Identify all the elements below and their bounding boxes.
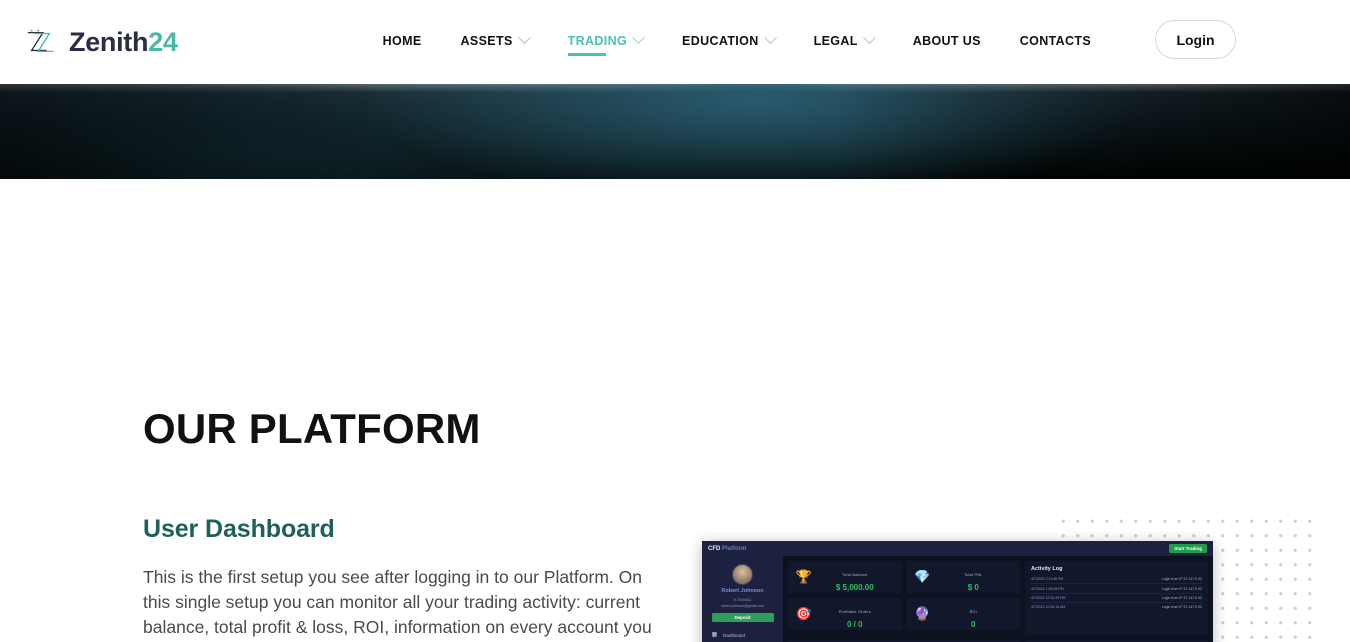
grid-icon: ▦ (711, 632, 718, 638)
avatar (732, 564, 753, 585)
log-event: Login from IP 37.147.0.92 (1161, 577, 1202, 582)
zenith-z-logo-icon (27, 30, 54, 53)
dashboard-sidebar: Robert Johnson # 2000041 robert.johnson@… (702, 556, 783, 642)
log-time: 4/7/2022 1:39:26 PM (1031, 586, 1064, 591)
log-event: Login from IP 37.147.0.92 (1161, 605, 1202, 610)
main-navigation: HOME ASSETS TRADING EDUCATION LEGAL ABOU… (383, 31, 1130, 56)
section-body-text: This is the first setup you see after lo… (143, 567, 652, 637)
log-event: Login from IP 37.147.0.92 (1161, 586, 1202, 591)
login-label: Login (1176, 31, 1215, 48)
nav-item-trading[interactable]: TRADING (567, 31, 645, 56)
chevron-down-icon (862, 31, 876, 45)
dashboard-screenshot: CFD Platform Start Trading Robert Johnso… (702, 541, 1213, 642)
stat-label: ROI (969, 609, 977, 614)
activity-log-panel: Activity Log 4/7/2022 2:11:46 PM Login f… (1025, 561, 1208, 635)
stat-value: $ 0 (967, 582, 979, 592)
activity-log-title: Activity Log (1031, 566, 1063, 572)
log-event: Login from IP 37.147.0.92 (1161, 595, 1202, 600)
nav-label: EDUCATION (682, 33, 759, 48)
user-name: Robert Johnson (721, 588, 764, 594)
start-trading-button[interactable]: Start Trading (1169, 544, 1207, 553)
crystal-icon: 🔮 (914, 606, 931, 621)
nav-item-home[interactable]: HOME (383, 34, 422, 51)
chevron-down-icon (632, 31, 645, 45)
nav-item-legal[interactable]: LEGAL (813, 31, 876, 51)
dashboard-brand: CFD Platform (708, 545, 747, 552)
stat-card-profitable-orders: 🎯 Profitable Orders 0 / 0 (788, 598, 902, 630)
dashboard-topbar: CFD Platform Start Trading (702, 541, 1213, 556)
stat-card-roi: 🔮 ROI 0 (906, 598, 1020, 630)
deposit-button[interactable]: Deposit (711, 612, 774, 622)
dashboard-content: 🏆 Total Balance $ 5,000.00 💎 Total PNL $… (783, 556, 1213, 642)
activity-log-row: 4/7/2022 1:39:26 PM Login from IP 37.147… (1031, 584, 1202, 594)
section-title: User Dashboard (143, 515, 335, 543)
stat-label: Total Balance (842, 572, 868, 577)
logo-text: Zenith24 (69, 26, 178, 57)
nav-label: LEGAL (813, 33, 858, 48)
nav-label: ASSETS (460, 33, 513, 48)
nav-label: ABOUT US (912, 33, 981, 48)
main-content: OUR PLATFORM User Dashboard This is the … (0, 179, 1350, 642)
log-time: 4/7/2022 10:34:14 AM (1031, 605, 1066, 610)
nav-item-contacts[interactable]: CONTACTS (1020, 34, 1091, 51)
stat-label: Total PNL (964, 572, 983, 577)
stat-card-total-pnl: 💎 Total PNL $ 0 (906, 561, 1020, 593)
stat-card-total-balance: 🏆 Total Balance $ 5,000.00 (788, 561, 902, 593)
stat-cards: 🏆 Total Balance $ 5,000.00 💎 Total PNL $… (788, 561, 1020, 635)
nav-label: TRADING (567, 33, 628, 48)
stat-value: 0 (971, 619, 976, 629)
hero-banner (0, 84, 1350, 179)
activity-log-row: 4/7/2022 10:34:14 AM Login from IP 37.14… (1031, 603, 1202, 611)
site-header: Zenith24 HOME ASSETS TRADING EDUCATION L… (0, 0, 1350, 84)
stat-value: 0 / 0 (846, 619, 863, 629)
log-time: 4/7/2022 12:31:29 PM (1031, 595, 1066, 600)
activity-log-row: 4/7/2022 12:31:29 PM Login from IP 37.14… (1031, 594, 1202, 604)
trophy-icon: 🏆 (795, 569, 813, 584)
nav-item-assets[interactable]: ASSETS (460, 31, 531, 51)
nav-label: HOME (382, 33, 422, 48)
target-icon: 🎯 (795, 606, 813, 621)
stat-value: $ 5,000.00 (835, 582, 874, 592)
diamond-icon: 💎 (914, 569, 931, 584)
sidebar-item-label: Dashboard (723, 632, 746, 638)
sidebar-menu: ▦ Dashboard ◉ Personal Info ◎ Withdrawal… (707, 629, 778, 642)
nav-label: CONTACTS (1019, 33, 1092, 48)
chevron-down-icon (517, 31, 531, 45)
log-time: 4/7/2022 2:11:46 PM (1031, 577, 1064, 582)
active-nav-underline (567, 53, 606, 56)
stat-label: Profitable Orders (838, 609, 871, 614)
nav-item-about-us[interactable]: ABOUT US (913, 34, 981, 51)
page-title: OUR PLATFORM (143, 405, 481, 452)
activity-log-row: 4/7/2022 2:11:46 PM Login from IP 37.147… (1031, 575, 1202, 585)
user-id: # 2000041 (734, 598, 751, 602)
user-email: robert.johnson@gmail.com (721, 603, 764, 608)
sidebar-item-dashboard[interactable]: ▦ Dashboard (711, 629, 778, 642)
nav-item-education[interactable]: EDUCATION (682, 31, 777, 51)
logo[interactable]: Zenith24 (22, 27, 178, 58)
chevron-down-icon (763, 31, 777, 45)
login-button[interactable]: Login (1155, 20, 1236, 59)
